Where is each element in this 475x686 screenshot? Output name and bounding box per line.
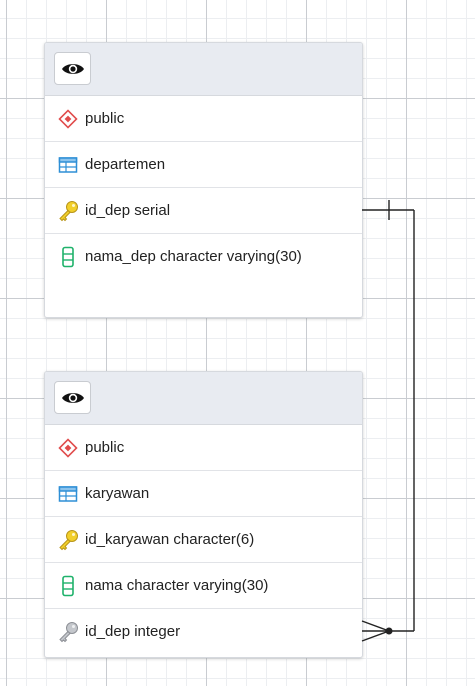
crow-foot-upper [361, 620, 390, 632]
relationship-connector[interactable] [0, 0, 475, 686]
junction-dot [385, 627, 393, 635]
crow-foot-lower [361, 630, 390, 642]
